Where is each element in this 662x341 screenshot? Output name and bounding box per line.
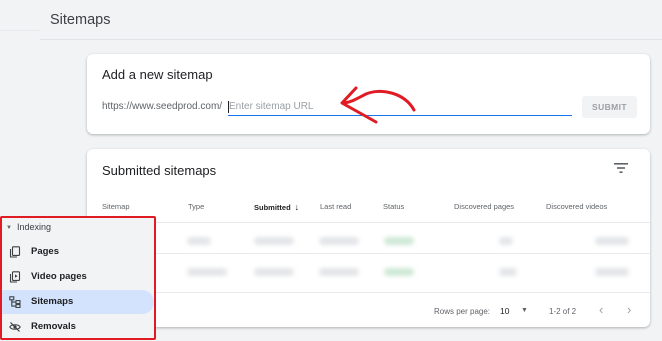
visibility-off-icon [9,322,21,332]
column-header-sitemap[interactable]: Sitemap [102,202,130,211]
sidebar-item-sitemaps[interactable]: Sitemaps [0,290,154,314]
submitted-sitemaps-card: Submitted sitemaps Sitemap Type Submitte… [87,149,650,327]
redacted-cell [254,268,294,276]
text-cursor [228,101,229,113]
submit-button[interactable]: SUBMIT [582,96,637,118]
redacted-cell [319,268,359,276]
divider [0,30,40,31]
left-rail [0,0,40,218]
sidebar-item-label: Removals [31,321,76,332]
sidebar-section-label: Indexing [16,222,51,232]
divider [87,222,650,223]
column-header-type[interactable]: Type [188,202,204,211]
redacted-cell [499,237,513,245]
sidebar-item-pages[interactable]: Pages [0,240,154,264]
redacted-cell [595,237,629,245]
sidebar-item-removals[interactable]: Removals [0,315,154,339]
annotation-arrow [340,86,416,124]
page-title: Sitemaps [50,12,111,28]
redacted-cell [254,237,294,245]
chevron-right-icon[interactable]: › [627,302,631,317]
submitted-sitemaps-title: Submitted sitemaps [102,163,217,178]
arrow-down-icon[interactable]: ↓ [295,202,300,212]
sidebar-item-label: Sitemaps [31,296,74,307]
sitemap-url-prefix: https://www.seedprod.com/ [102,101,223,112]
redacted-cell [384,237,414,245]
redacted-cell [187,237,211,245]
redacted-cell [187,268,227,276]
column-header-last-read[interactable]: Last read [320,202,351,211]
column-header-submitted-label: Submitted [254,203,291,212]
filter-list-icon[interactable] [614,162,628,174]
divider [40,39,662,40]
redacted-cell [595,268,629,276]
sitemap-icon [9,296,21,308]
pagination-range: 1-2 of 2 [549,307,577,316]
dropdown-arrow-icon[interactable]: ▼ [521,307,528,314]
rows-per-page-label: Rows per page: [434,307,491,316]
sidebar-item-label: Video pages [31,271,87,282]
redacted-cell [319,237,359,245]
add-sitemap-title: Add a new sitemap [102,67,213,82]
sidebar-item-label: Pages [31,246,59,257]
column-header-status[interactable]: Status [383,202,404,211]
pages-icon [9,246,21,258]
rows-per-page-select[interactable]: 10 [500,306,509,316]
sidebar-section-indexing[interactable]: ▼ Indexing [6,222,51,232]
divider [87,253,650,254]
redacted-cell [499,268,517,276]
caret-down-icon: ▼ [6,225,12,231]
chevron-left-icon[interactable]: ‹ [599,302,603,317]
column-header-discovered-pages[interactable]: Discovered pages [454,202,514,211]
column-header-discovered-videos[interactable]: Discovered videos [546,202,607,211]
column-header-submitted[interactable]: Submitted ↓ [254,202,299,212]
divider [87,292,650,293]
redacted-cell [384,268,414,276]
video-pages-icon [9,271,21,283]
sidebar-item-video-pages[interactable]: Video pages [0,265,154,289]
